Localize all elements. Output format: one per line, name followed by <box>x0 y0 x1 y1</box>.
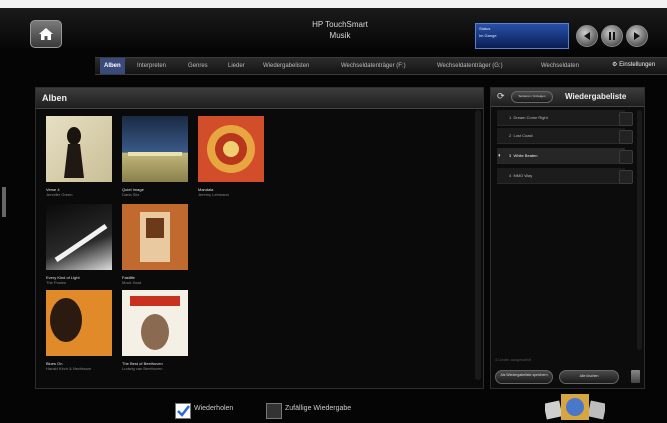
gear-icon: ⚙ <box>612 62 618 68</box>
album-artist: Harald Kirch & Nechtsam <box>46 366 91 371</box>
repeat-checkbox[interactable] <box>175 403 191 419</box>
album-tile[interactable]: Verse 4 Jennifer Green <box>46 116 126 197</box>
next-icon <box>634 32 640 40</box>
app-section: Musik <box>329 31 351 40</box>
repeat-label: Wiederholen <box>194 405 234 412</box>
album-flow-thumbnail <box>545 394 605 420</box>
track-title: MMO Way <box>513 173 533 178</box>
album-tile[interactable]: Blues On Harald Kirch & Nechtsam <box>46 290 126 371</box>
pause-icon <box>609 32 615 40</box>
top-border <box>0 0 667 8</box>
track-title: White Beaten <box>513 153 538 158</box>
playlist-header: ⟳ Sortieren / Anzeigen Wiedergabeliste <box>491 88 644 107</box>
playlist-track[interactable]: 2 Lost Coast <box>497 128 625 144</box>
playlist-sort-button[interactable]: Sortieren / Anzeigen <box>511 91 553 103</box>
left-edge-marker <box>2 187 6 217</box>
album-cover <box>122 204 188 270</box>
speaker-icon: ◐ <box>498 153 502 159</box>
tab-playlists[interactable]: Wiedergabelisten <box>263 58 309 74</box>
album-tile[interactable]: Every Kind of Light The Posies <box>46 204 126 285</box>
now-playing-display[interactable]: Status Im Gange <box>475 23 569 49</box>
track-remove-button[interactable] <box>619 170 633 184</box>
track-title: Lost Coast <box>513 133 533 138</box>
album-cover <box>198 116 264 182</box>
track-remove-button[interactable] <box>619 130 633 144</box>
playlist-track-playing[interactable]: ◐ 3 White Beaten <box>497 148 625 164</box>
tab-removable-g[interactable]: Wechseldatenträger (G:) <box>437 58 503 74</box>
track-number: 4 <box>509 173 512 178</box>
track-number: 2 <box>509 133 512 138</box>
album-tile[interactable]: Fastlife Mock Haut <box>122 204 202 285</box>
settings-label: Einstellungen <box>619 62 656 68</box>
previous-icon <box>584 32 590 40</box>
settings-button[interactable]: ⚙ Einstellungen <box>612 57 655 73</box>
playlist-track[interactable]: 1 Dream Come Right <box>497 110 625 126</box>
playlist-title: Wiedergabeliste <box>565 92 627 101</box>
tab-genres[interactable]: Genres <box>188 58 208 74</box>
track-remove-button[interactable] <box>619 150 633 164</box>
album-cover <box>46 290 112 356</box>
checkmark-icon <box>177 405 190 417</box>
album-artist: Darla Sitz <box>122 192 140 197</box>
home-icon <box>39 28 53 40</box>
album-tile[interactable]: Mandala Jeremy Lehmann <box>198 116 278 197</box>
album-cover <box>122 116 188 182</box>
now-playing-line2: Im Gange <box>479 33 497 38</box>
shuffle-checkbox[interactable] <box>266 403 282 419</box>
clear-all-button[interactable]: Alle löschen <box>559 370 619 384</box>
album-tile[interactable]: The Best of Beethoven Ludwig van Beethov… <box>122 290 202 371</box>
track-title: Dream Come Right <box>513 115 548 120</box>
track-remove-button[interactable] <box>619 112 633 126</box>
album-tile[interactable]: Quiet Image Darla Sitz <box>122 116 202 197</box>
album-artist: Ludwig van Beethoven <box>122 366 163 371</box>
tab-songs[interactable]: Lieder <box>228 58 245 74</box>
album-cover <box>46 204 112 270</box>
tab-artists[interactable]: Interpreten <box>137 58 166 74</box>
category-tabs: Alben Interpreten Genres Lieder Wiederga… <box>95 57 667 75</box>
album-artist: Mock Haut <box>122 280 142 285</box>
selection-count: 4 Lieder ausgewählt <box>495 357 531 362</box>
album-artist: Jennifer Green <box>46 192 73 197</box>
albums-panel: Alben Verse 4 Jennifer Green Quiet Image… <box>35 87 484 389</box>
shuffle-label: Zufällige Wiedergabe <box>285 405 352 412</box>
refresh-icon[interactable]: ⟳ <box>497 91 505 101</box>
title-bar: HP TouchSmart Musik Status Im Gange <box>0 8 667 49</box>
app-name: HP TouchSmart <box>312 20 368 29</box>
playlist-panel: ⟳ Sortieren / Anzeigen Wiedergabeliste 1… <box>490 87 645 389</box>
pause-button[interactable] <box>601 25 623 47</box>
playlist-scrollbar[interactable] <box>637 110 642 350</box>
track-number: 3 <box>509 153 512 158</box>
albums-panel-title: Alben <box>36 88 483 109</box>
album-artist: The Posies <box>46 280 67 285</box>
app-title: HP TouchSmart Musik <box>290 19 390 41</box>
album-cover <box>122 290 188 356</box>
tab-removable-more[interactable]: Wechseldaten <box>541 58 579 74</box>
playlist-track[interactable]: 4 MMO Way <box>497 168 625 184</box>
trash-icon[interactable] <box>631 370 640 383</box>
album-cover <box>46 116 112 182</box>
tab-removable-f[interactable]: Wechseldatenträger (F:) <box>341 58 406 74</box>
albums-scrollbar[interactable] <box>475 110 481 380</box>
home-button[interactable] <box>30 20 62 48</box>
tab-albums[interactable]: Alben <box>100 58 125 74</box>
album-artist: Jeremy Lehmann <box>198 192 229 197</box>
next-button[interactable] <box>626 25 648 47</box>
track-number: 1 <box>509 115 512 120</box>
save-playlist-button[interactable]: Als Wiedergabeliste speichern <box>495 370 553 384</box>
previous-button[interactable] <box>576 25 598 47</box>
now-playing-line1: Status <box>479 26 491 31</box>
